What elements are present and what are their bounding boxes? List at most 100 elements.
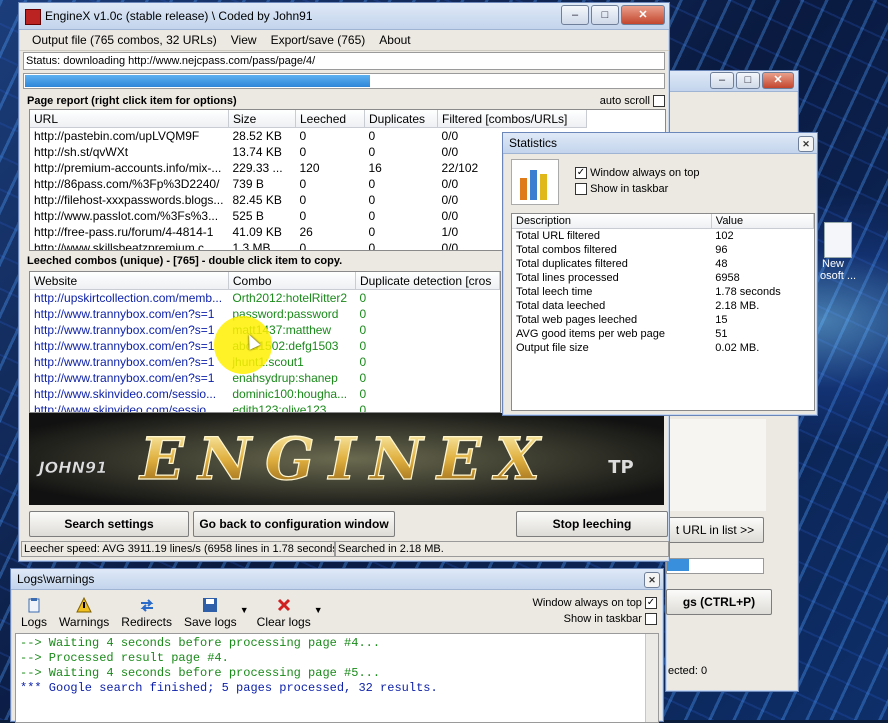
statistics-row[interactable]: AVG good items per web page 51	[512, 327, 814, 341]
auto-scroll-checkbox[interactable]	[653, 95, 665, 108]
website-cell: http://www.trannybox.com/en?s=1	[34, 307, 215, 321]
logs-tool[interactable]: Logs	[15, 593, 53, 629]
stat-value-cell: 15	[715, 314, 728, 326]
url-cell: http://premium-accounts.info/mix-...	[34, 161, 222, 175]
logo-tag: TP	[608, 457, 633, 478]
url-cell: http://86pass.com/%3Fp%3D2240/	[34, 177, 220, 191]
size-cell: 1.3 MB	[232, 241, 271, 251]
maximize-icon[interactable]: □	[591, 5, 619, 25]
go-back-button[interactable]: Go back to configuration window	[193, 511, 395, 537]
maximize-icon[interactable]: □	[736, 72, 760, 89]
statistics-row[interactable]: Total data leeched 2.18 MB.	[512, 299, 814, 313]
shortcut-button[interactable]: gs (CTRL+P)	[666, 589, 772, 615]
save-logs-tool[interactable]: Save logs ▼	[178, 593, 249, 629]
desktop-icon-label-1: New	[822, 258, 845, 270]
progress-fill	[25, 75, 370, 87]
col-website[interactable]: Website	[30, 272, 229, 290]
clear-logs-tool-label: Clear logs	[256, 615, 311, 629]
clear-logs-tool[interactable]: Clear logs ▼	[251, 593, 323, 629]
logs-show-taskbar-row[interactable]: Show in taskbar	[564, 613, 657, 626]
leeched-cell: 0	[299, 129, 307, 143]
warnings-tool[interactable]: Warnings	[53, 593, 115, 629]
log-line: --> Waiting 4 seconds before processing …	[20, 666, 381, 680]
app-icon	[25, 9, 41, 25]
leeched-row[interactable]: http://www.skinvideo.com/sessio... domini…	[30, 386, 500, 402]
size-cell: 13.74 KB	[232, 145, 282, 159]
auto-scroll-label: auto scroll	[599, 95, 650, 107]
statistics-row[interactable]: Total duplicates filtered 48	[512, 257, 814, 271]
show-taskbar-row[interactable]: Show in taskbar	[575, 183, 669, 196]
redirects-tool[interactable]: Redirects	[115, 593, 178, 629]
next-url-button[interactable]: t URL in list >>	[666, 517, 764, 543]
stat-description-cell: Total URL filtered	[516, 230, 600, 242]
leeched-row[interactable]: http://upskirtcollection.com/memb... Orth…	[30, 290, 500, 307]
duplicate-detection-cell: 0	[359, 323, 367, 337]
leeched-row[interactable]: http://www.trannybox.com/en?s=1 enahsydru…	[30, 370, 500, 386]
website-cell: http://www.trannybox.com/en?s=1	[34, 371, 215, 385]
menu-about[interactable]: About	[372, 30, 417, 50]
warnings-tool-label: Warnings	[59, 615, 110, 629]
logs-title: Logs\warnings	[17, 572, 95, 586]
leeched-row[interactable]: http://www.trannybox.com/en?s=1 password:…	[30, 306, 500, 322]
desktop-icon[interactable]: New osoft ...	[818, 222, 858, 292]
col-duplicate-detection[interactable]: Duplicate detection [cros	[355, 272, 500, 290]
logs-always-on-top-checkbox[interactable]: ✓	[645, 597, 657, 610]
col-combo[interactable]: Combo	[228, 272, 356, 290]
logs-text-area[interactable]: --> Waiting 4 seconds before processing …	[15, 633, 659, 723]
col-value[interactable]: Value	[711, 214, 814, 229]
leeched-row[interactable]: http://www.skinvideo.com/sessio... edith1…	[30, 402, 500, 413]
col-description[interactable]: Description	[512, 214, 712, 229]
duplicates-cell: 0	[368, 241, 376, 251]
duplicate-detection-cell: 0	[359, 371, 367, 385]
stat-value-cell: 102	[715, 230, 734, 242]
menu-view[interactable]: View	[224, 30, 264, 50]
minimize-icon[interactable]: –	[710, 72, 734, 89]
close-icon[interactable]: ✕	[798, 136, 814, 152]
col-url[interactable]: URL	[30, 110, 229, 128]
col-filtered[interactable]: Filtered [combos/URLs]	[437, 110, 587, 128]
duplicate-detection-cell: 0	[359, 403, 367, 413]
url-cell: http://www.skillsbeatzpremium.c...	[34, 241, 215, 251]
show-taskbar-label: Show in taskbar	[590, 183, 669, 195]
combo-cell: Orth2012:hotelRitter2	[232, 291, 348, 305]
always-on-top-checkbox[interactable]: ✓	[575, 167, 587, 180]
logs-tool-label: Logs	[21, 615, 48, 629]
col-leeched[interactable]: Leeched	[295, 110, 365, 128]
log-line: --> Waiting 4 seconds before processing …	[20, 636, 381, 650]
logs-show-taskbar-checkbox[interactable]	[645, 613, 657, 626]
col-duplicates[interactable]: Duplicates	[364, 110, 438, 128]
statistics-row[interactable]: Output file size 0.02 MB.	[512, 341, 814, 355]
page-report-label: Page report (right click item for option…	[27, 95, 237, 107]
url-cell: http://www.passlot.com/%3Fs%3...	[34, 209, 219, 223]
desktop-icon-label-2: osoft ...	[820, 270, 857, 282]
statistics-row[interactable]: Total web pages leeched 15	[512, 313, 814, 327]
stat-description-cell: Output file size	[516, 342, 589, 354]
show-taskbar-checkbox[interactable]	[575, 183, 587, 196]
close-icon[interactable]: ✕	[621, 5, 665, 25]
close-icon[interactable]: ✕	[644, 572, 660, 588]
statistics-row[interactable]: Total leech time 1.78 seconds	[512, 285, 814, 299]
duplicate-detection-cell: 0	[359, 339, 367, 353]
stat-description-cell: Total lines processed	[516, 272, 619, 284]
statistics-table[interactable]: Description Value Total URL filtered 102 T…	[511, 213, 815, 411]
chevron-down-icon[interactable]: ▼	[314, 605, 323, 615]
logs-scrollbar[interactable]	[645, 634, 658, 722]
menu-output-file[interactable]: Output file (765 combos, 32 URLs)	[25, 30, 224, 50]
statistics-row[interactable]: Total lines processed 6958	[512, 271, 814, 285]
chevron-down-icon[interactable]: ▼	[240, 605, 249, 615]
always-on-top-row[interactable]: ✓ Window always on top	[575, 167, 700, 180]
statistics-row[interactable]: Total URL filtered 102	[512, 229, 814, 244]
close-icon[interactable]: ✕	[762, 72, 794, 89]
minimize-icon[interactable]: –	[561, 5, 589, 25]
statistics-row[interactable]: Total combos filtered 96	[512, 243, 814, 257]
website-cell: http://www.skinvideo.com/sessio...	[34, 403, 217, 413]
menu-bar: Output file (765 combos, 32 URLs) View E…	[19, 30, 669, 51]
search-settings-button[interactable]: Search settings	[29, 511, 189, 537]
duplicates-cell: 0	[368, 177, 376, 191]
enginex-logo: ENGINEX JOHN91 TP	[29, 413, 664, 505]
stop-leeching-button[interactable]: Stop leeching	[516, 511, 668, 537]
logs-always-on-top-row[interactable]: Window always on top ✓	[532, 597, 657, 610]
col-size[interactable]: Size	[228, 110, 296, 128]
logo-text: ENGINEX	[138, 425, 554, 493]
menu-export-save[interactable]: Export/save (765)	[264, 30, 373, 50]
